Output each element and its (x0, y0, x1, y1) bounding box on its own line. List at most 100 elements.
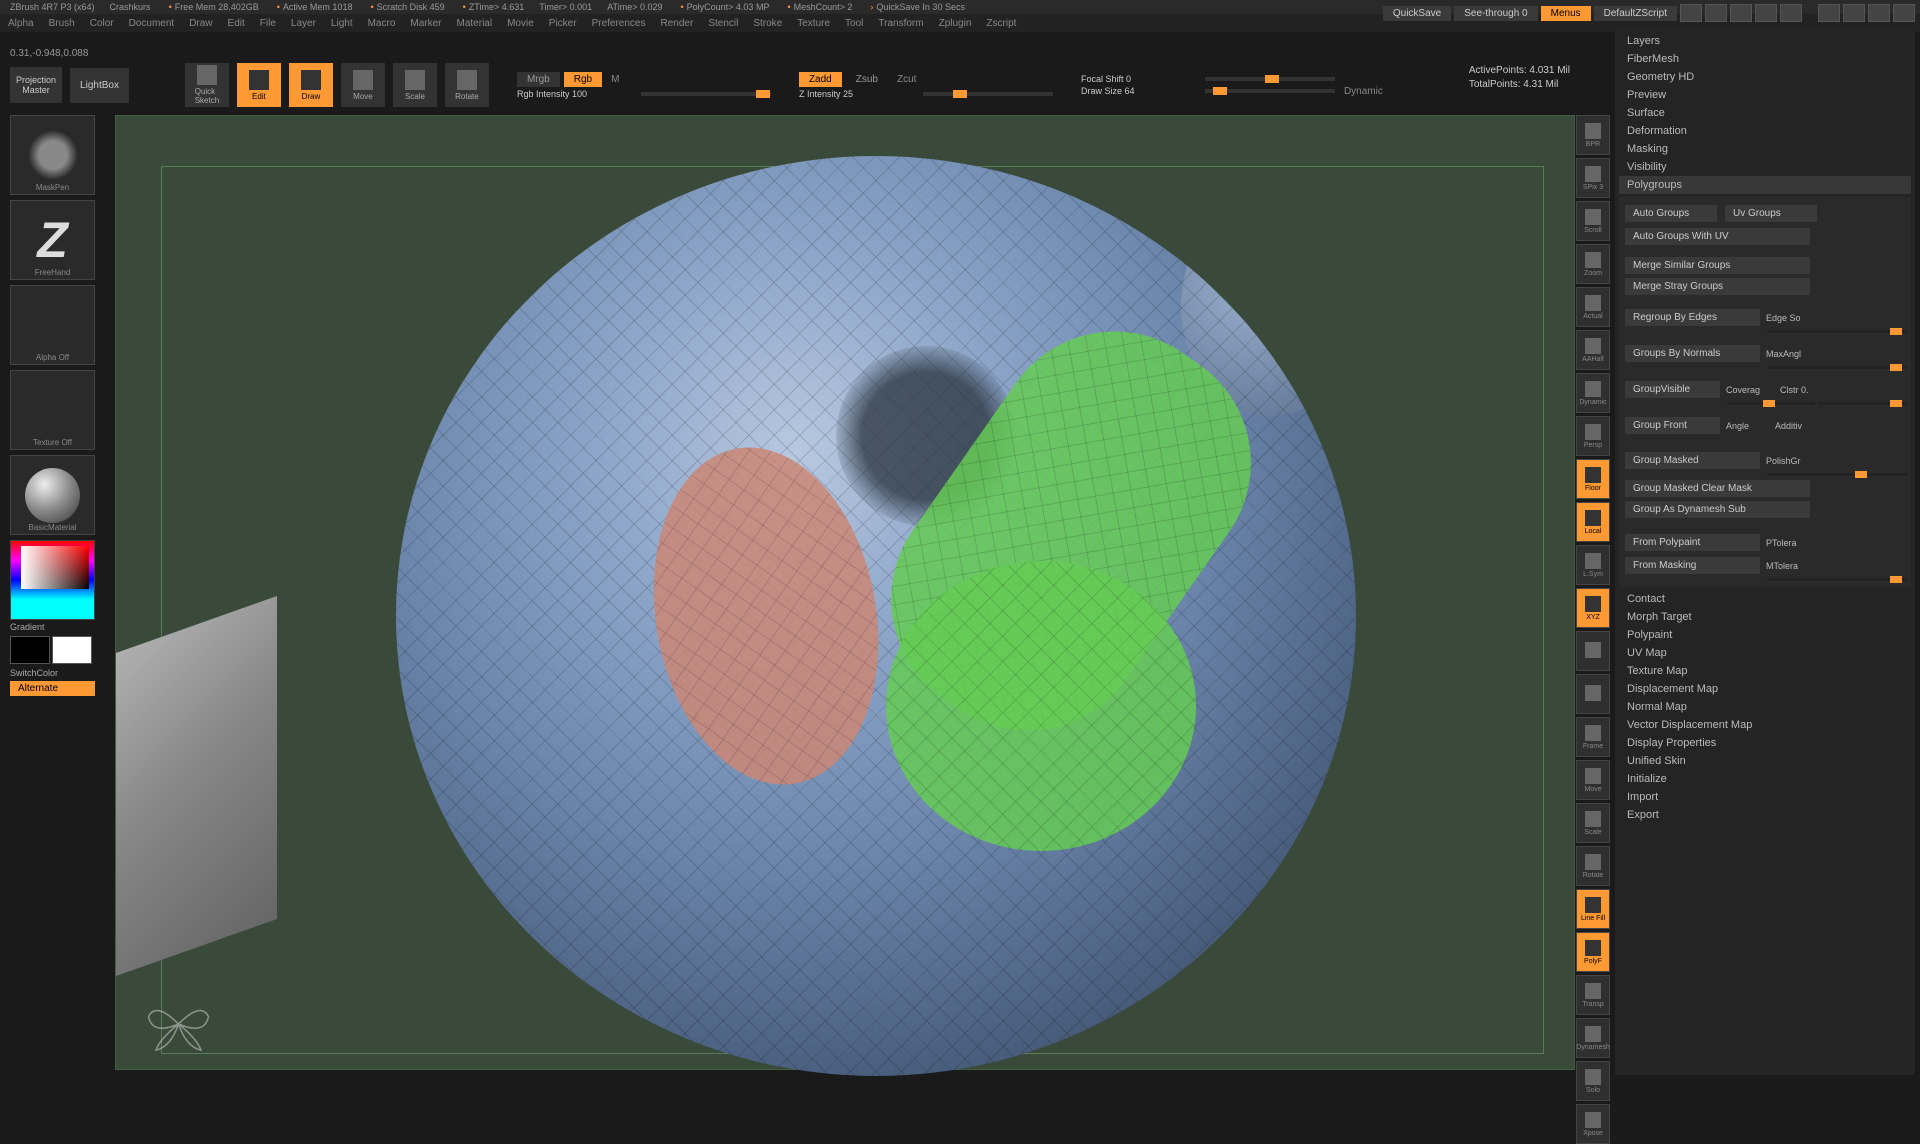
quicksave-button[interactable]: QuickSave (1383, 6, 1451, 21)
viewport-icon-persp[interactable]: Persp (1576, 416, 1610, 456)
group-masked-clear-button[interactable]: Group Masked Clear Mask (1625, 480, 1810, 497)
menu-item[interactable]: Zscript (986, 18, 1016, 29)
viewport-icon-dynamic[interactable]: Dynamic (1576, 373, 1610, 413)
edit-button[interactable]: Edit (237, 63, 281, 107)
texture-picker[interactable]: Texture Off (10, 370, 95, 450)
menu-item[interactable]: Stroke (753, 18, 782, 29)
m-button[interactable]: M (611, 74, 619, 85)
panel-section-displacement-map[interactable]: Displacement Map (1619, 680, 1911, 698)
panel-section-polypaint[interactable]: Polypaint (1619, 626, 1911, 644)
viewport-icon-solo[interactable]: Solo (1576, 1061, 1610, 1101)
merge-similar-button[interactable]: Merge Similar Groups (1625, 257, 1810, 274)
panel-section-texture-map[interactable]: Texture Map (1619, 662, 1911, 680)
layout-icon[interactable] (1755, 4, 1777, 22)
menu-item[interactable]: Marker (410, 18, 441, 29)
viewport-icon-polyf[interactable]: PolyF (1576, 932, 1610, 972)
primary-color-swatch[interactable] (52, 636, 92, 664)
menus-button[interactable]: Menus (1541, 6, 1591, 21)
rgb-intensity-slider[interactable] (641, 92, 771, 96)
menu-item[interactable]: Material (457, 18, 493, 29)
viewport-icon-floor[interactable]: Floor (1576, 459, 1610, 499)
edge-soft-slider[interactable] (1767, 330, 1907, 333)
viewport-icon-l.sym[interactable]: L.Sym (1576, 545, 1610, 585)
viewport-icon-zoom[interactable]: Zoom (1576, 244, 1610, 284)
menu-item[interactable]: Transform (878, 18, 923, 29)
layout-icon[interactable] (1780, 4, 1802, 22)
groups-normals-button[interactable]: Groups By Normals (1625, 345, 1760, 362)
viewport-icon-dynamesh[interactable]: Dynamesh (1576, 1018, 1610, 1058)
menu-item[interactable]: Color (90, 18, 114, 29)
panel-section-deformation[interactable]: Deformation (1619, 122, 1911, 140)
merge-stray-button[interactable]: Merge Stray Groups (1625, 278, 1810, 295)
menu-item[interactable]: Picker (549, 18, 577, 29)
draw-button[interactable]: Draw (289, 63, 333, 107)
stroke-picker[interactable]: Z FreeHand (10, 200, 95, 280)
viewport-icon-actual[interactable]: Actual (1576, 287, 1610, 327)
menu-item[interactable]: Texture (797, 18, 830, 29)
menu-item[interactable]: Zplugin (939, 18, 972, 29)
group-visible-button[interactable]: GroupVisible (1625, 381, 1720, 398)
layout-icon[interactable] (1730, 4, 1752, 22)
maximize-icon[interactable] (1868, 4, 1890, 22)
viewport-icon-line-fill[interactable]: Line Fill (1576, 889, 1610, 929)
panel-section-import[interactable]: Import (1619, 788, 1911, 806)
material-picker[interactable]: BasicMaterial (10, 455, 95, 535)
group-dynamesh-button[interactable]: Group As Dynamesh Sub (1625, 501, 1810, 518)
seethrough-slider[interactable]: See-through 0 (1454, 6, 1537, 21)
group-masked-button[interactable]: Group Masked (1625, 452, 1760, 469)
mtolerance-slider[interactable] (1767, 578, 1907, 581)
menu-item[interactable]: Layer (291, 18, 316, 29)
brush-picker[interactable]: MaskPen (10, 115, 95, 195)
gradient-label[interactable]: Gradient (10, 622, 105, 632)
alpha-picker[interactable]: Alpha Off (10, 285, 95, 365)
dynamic-label[interactable]: Dynamic (1344, 86, 1383, 97)
menu-item[interactable]: Draw (189, 18, 212, 29)
mrgb-button[interactable]: Mrgb (517, 72, 560, 87)
alternate-button[interactable]: Alternate (10, 681, 95, 696)
panel-section-fibermesh[interactable]: FiberMesh (1619, 50, 1911, 68)
lightbox-button[interactable]: LightBox (70, 68, 129, 103)
panel-section-normal-map[interactable]: Normal Map (1619, 698, 1911, 716)
color-picker[interactable] (10, 540, 95, 620)
lock-icon[interactable] (1818, 4, 1840, 22)
panel-section-morph-target[interactable]: Morph Target (1619, 608, 1911, 626)
max-angle-slider[interactable] (1767, 366, 1907, 369)
panel-section-masking[interactable]: Masking (1619, 140, 1911, 158)
uv-groups-button[interactable]: Uv Groups (1725, 205, 1817, 222)
panel-section-preview[interactable]: Preview (1619, 86, 1911, 104)
layout-icon[interactable] (1705, 4, 1727, 22)
panel-section-surface[interactable]: Surface (1619, 104, 1911, 122)
auto-groups-uv-button[interactable]: Auto Groups With UV (1625, 228, 1810, 245)
default-zscript-button[interactable]: DefaultZScript (1594, 6, 1677, 21)
focal-shift-slider[interactable] (1205, 77, 1335, 81)
switch-color-button[interactable]: SwitchColor (10, 668, 105, 678)
menu-item[interactable]: Tool (845, 18, 863, 29)
viewport-icon-aahalf[interactable]: AAHalf (1576, 330, 1610, 370)
layout-icon[interactable] (1680, 4, 1702, 22)
rotate-button[interactable]: Rotate (445, 63, 489, 107)
close-icon[interactable] (1893, 4, 1915, 22)
clstr-slider[interactable] (1819, 402, 1907, 405)
viewport-icon-blank[interactable] (1576, 674, 1610, 714)
group-front-button[interactable]: Group Front (1625, 417, 1720, 434)
panel-section-visibility[interactable]: Visibility (1619, 158, 1911, 176)
menu-item[interactable]: Edit (228, 18, 245, 29)
quick-sketch-button[interactable]: Quick Sketch (185, 63, 229, 107)
minimize-icon[interactable] (1843, 4, 1865, 22)
draw-size-slider[interactable] (1205, 89, 1335, 93)
viewport-icon-spix-3[interactable]: SPix 3 (1576, 158, 1610, 198)
menu-item[interactable]: Render (661, 18, 694, 29)
panel-section-initialize[interactable]: Initialize (1619, 770, 1911, 788)
viewport-icon-rotate[interactable]: Rotate (1576, 846, 1610, 886)
viewport-icon-local[interactable]: Local (1576, 502, 1610, 542)
menu-item[interactable]: Preferences (592, 18, 646, 29)
panel-section-unified-skin[interactable]: Unified Skin (1619, 752, 1911, 770)
viewport-icon-scroll[interactable]: Scroll (1576, 201, 1610, 241)
zadd-button[interactable]: Zadd (799, 72, 842, 87)
viewport-icon-frame[interactable]: Frame (1576, 717, 1610, 757)
menu-item[interactable]: Stencil (708, 18, 738, 29)
menu-item[interactable]: Macro (368, 18, 396, 29)
panel-section-export[interactable]: Export (1619, 806, 1911, 824)
viewport-icon-scale[interactable]: Scale (1576, 803, 1610, 843)
z-intensity-slider[interactable] (923, 92, 1053, 96)
